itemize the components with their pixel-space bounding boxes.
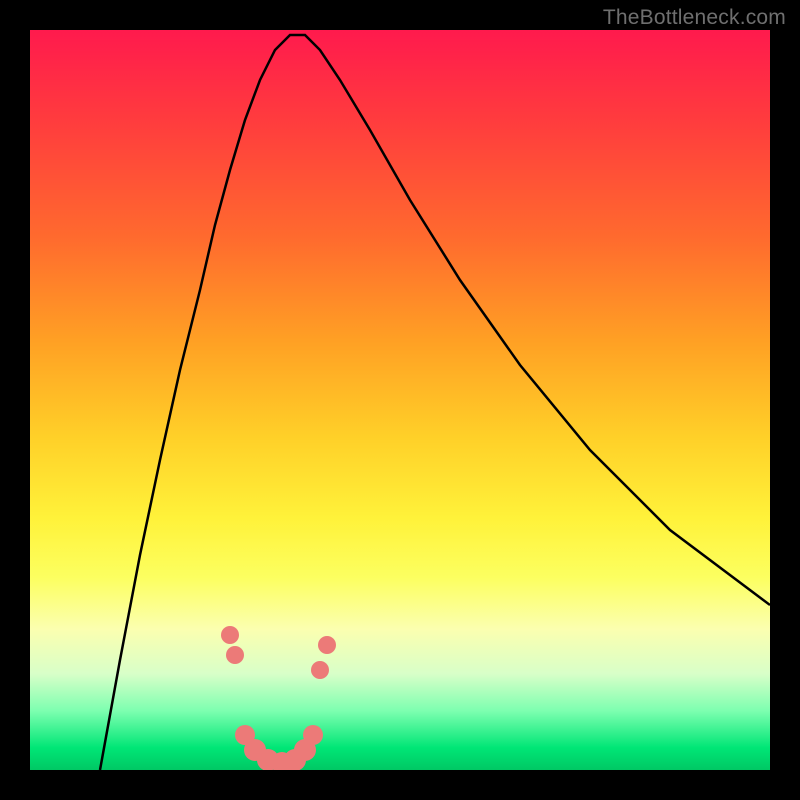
curve-path bbox=[100, 35, 770, 770]
highlight-dot bbox=[226, 646, 244, 664]
highlight-dot bbox=[221, 626, 239, 644]
chart-plot-area bbox=[30, 30, 770, 770]
highlight-dot bbox=[311, 661, 329, 679]
highlight-dot bbox=[303, 725, 323, 745]
highlight-dot bbox=[318, 636, 336, 654]
watermark-text: TheBottleneck.com bbox=[603, 6, 786, 30]
bottleneck-curve bbox=[30, 30, 770, 770]
highlight-dots bbox=[221, 626, 336, 770]
